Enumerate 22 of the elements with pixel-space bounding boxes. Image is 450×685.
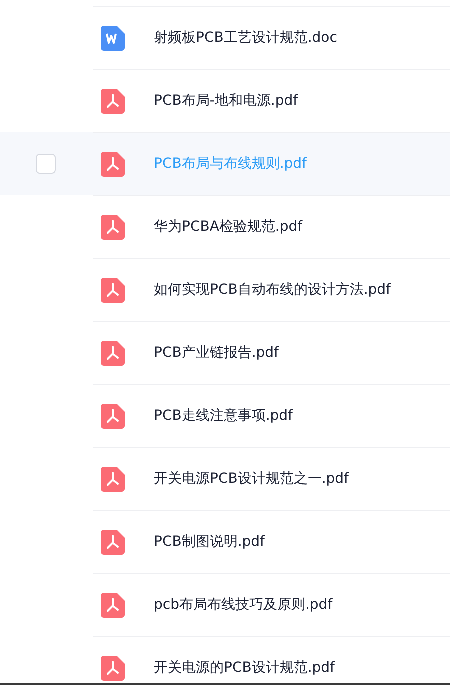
pdf-file-icon [101, 278, 125, 302]
checkbox[interactable] [36, 154, 56, 174]
file-name[interactable]: 华为PCBA检验规范.pdf [154, 218, 303, 236]
pdf-file-icon [101, 656, 125, 680]
pdf-file-icon [101, 466, 125, 492]
file-name[interactable]: PCB走线注意事项.pdf [154, 407, 293, 425]
pdf-file-icon [101, 404, 125, 428]
file-name[interactable]: 开关电源PCB设计规范之一.pdf [154, 470, 349, 488]
pdf-file-icon [101, 88, 125, 114]
file-name[interactable]: 射频板PCB工艺设计规范.doc [154, 29, 338, 47]
pdf-file-icon [101, 152, 125, 176]
file-name[interactable]: 如何实现PCB自动布线的设计方法.pdf [154, 281, 391, 299]
file-name[interactable]: PCB制图说明.pdf [154, 533, 265, 551]
file-name[interactable]: pcb布局布线技巧及原则.pdf [154, 596, 333, 614]
pdf-file-icon [101, 214, 125, 240]
file-name[interactable]: PCB产业链报告.pdf [154, 344, 279, 362]
pdf-file-icon [101, 340, 125, 366]
word-file-icon [101, 26, 125, 50]
pdf-file-icon [101, 530, 125, 554]
file-name[interactable]: 开关电源的PCB设计规范.pdf [154, 659, 335, 677]
file-name[interactable]: PCB布局-地和电源.pdf [154, 92, 298, 110]
pdf-file-icon [101, 592, 125, 618]
